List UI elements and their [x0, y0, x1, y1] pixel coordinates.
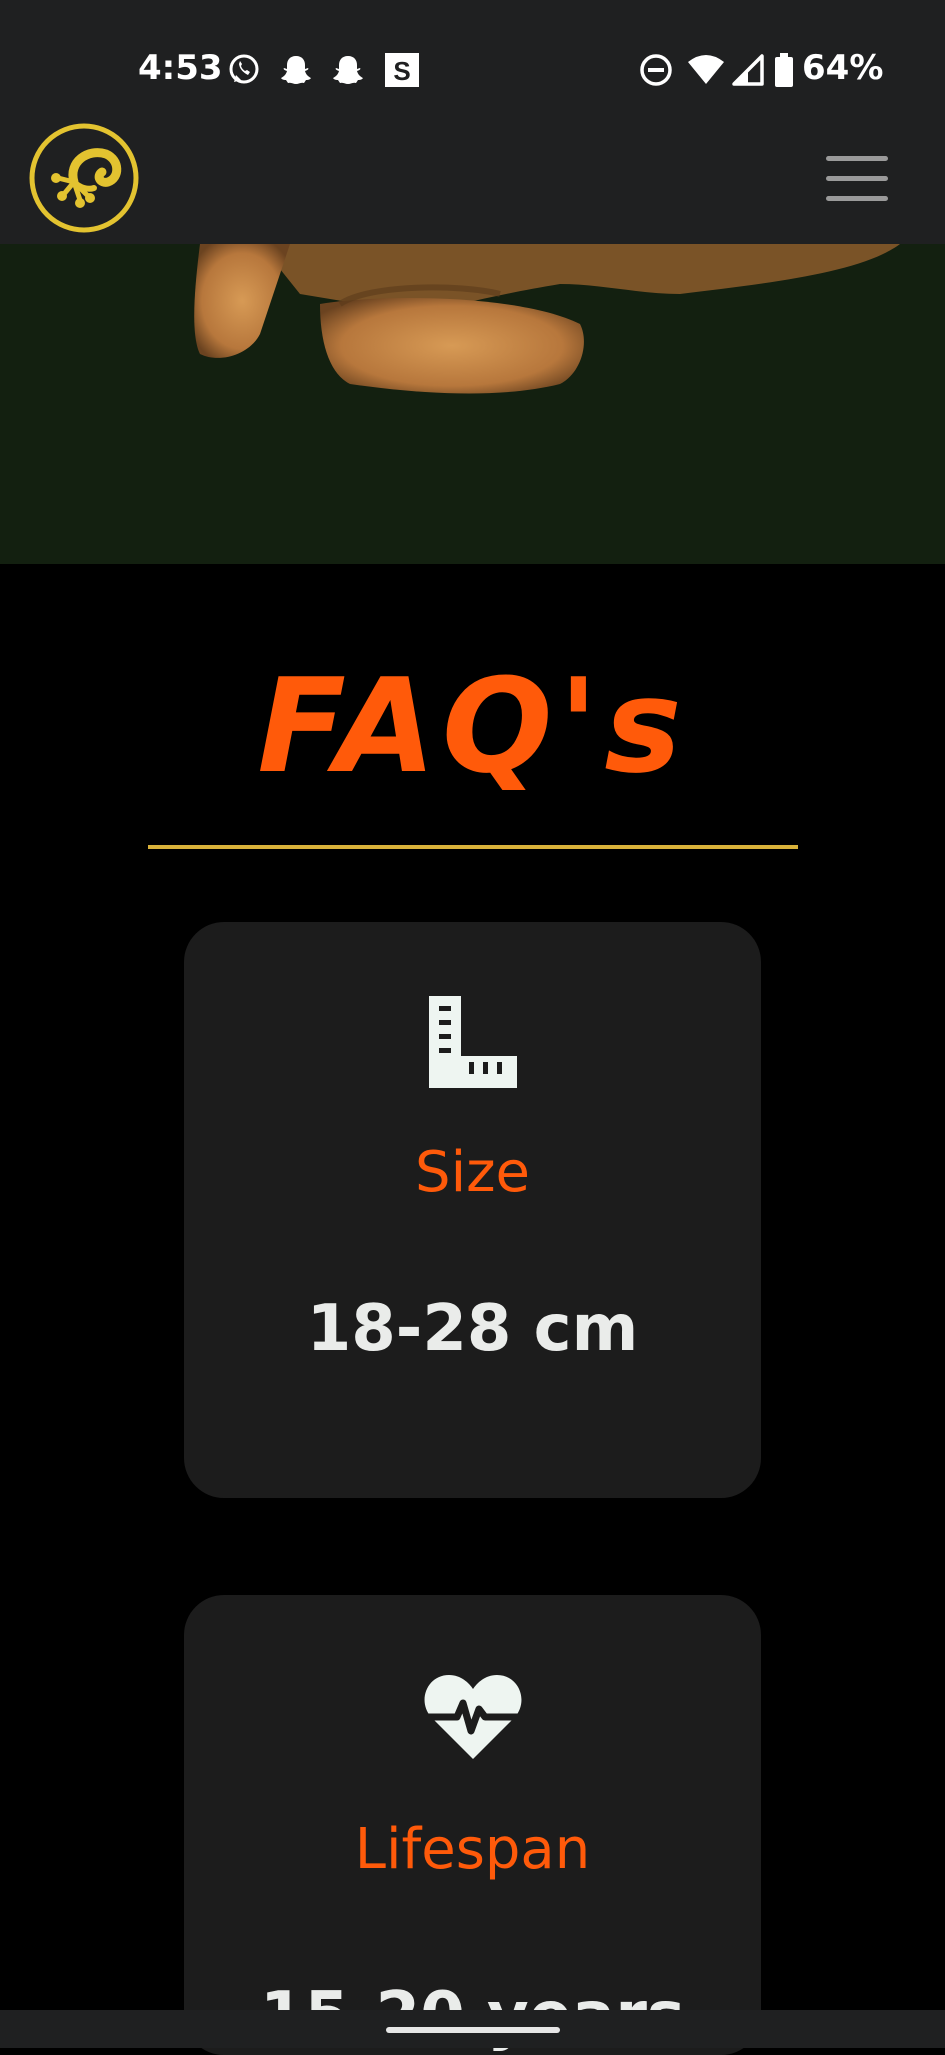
battery-percent: 64% [802, 48, 884, 88]
gecko-photo [0, 244, 945, 564]
faq-card-size: Size 18-28 cm [184, 922, 761, 1498]
ruler-icon [428, 996, 517, 1088]
signal-icon [732, 54, 764, 86]
menu-bar [826, 156, 888, 161]
hero-gecko-image [0, 244, 945, 564]
snapchat-icon [333, 56, 363, 84]
home-gesture-handle[interactable] [386, 2027, 560, 2033]
wifi-icon [688, 55, 724, 84]
hamburger-menu-icon[interactable] [826, 156, 888, 202]
heart-pulse-icon [423, 1675, 522, 1759]
svg-text:S: S [393, 56, 410, 86]
battery-icon [775, 53, 793, 87]
card-value-size: 18-28 cm [306, 1292, 639, 1366]
gecko-logo-icon[interactable] [28, 122, 140, 234]
s-app-icon: S [385, 53, 419, 87]
card-label-lifespan: Lifespan [354, 1817, 591, 1882]
status-time: 4:53 [138, 48, 223, 88]
site-header [0, 112, 945, 244]
menu-bar [826, 176, 888, 181]
faq-title: FAQ's [257, 650, 688, 802]
whatsapp-icon [229, 54, 259, 84]
menu-bar [826, 196, 888, 201]
snapchat-icon [281, 56, 311, 84]
faq-card-lifespan: Lifespan 15-20 years [184, 1595, 761, 2055]
do-not-disturb-icon [640, 54, 672, 86]
faq-divider [148, 845, 798, 849]
card-label-size: Size [415, 1140, 530, 1205]
